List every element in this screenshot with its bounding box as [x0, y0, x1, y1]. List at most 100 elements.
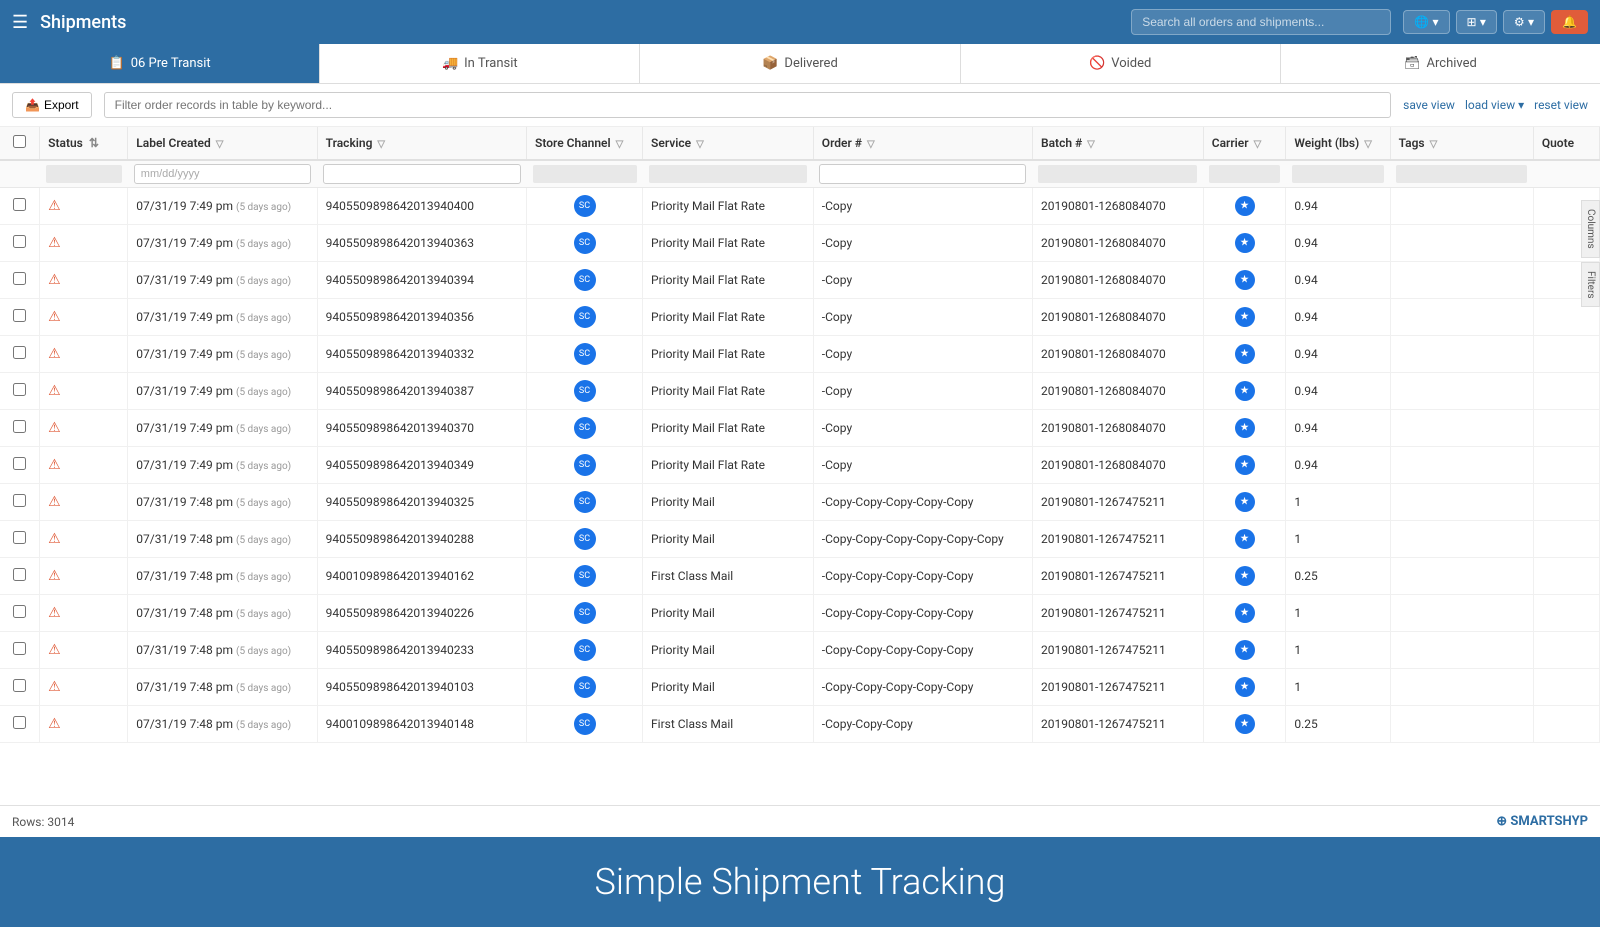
filter-date-input[interactable]: [134, 164, 311, 184]
row-label-created: 07/31/19 7:49 pm (5 days ago): [128, 225, 317, 262]
row-label-created: 07/31/19 7:49 pm (5 days ago): [128, 262, 317, 299]
row-checkbox[interactable]: [13, 642, 26, 655]
filter-tracking-input[interactable]: [323, 164, 520, 184]
tab-delivered[interactable]: 📦 Delivered: [640, 44, 960, 83]
col-header-tracking[interactable]: Tracking ▽: [317, 127, 526, 160]
row-weight: 0.94: [1286, 299, 1390, 336]
col-header-status[interactable]: Status ⇅: [40, 127, 128, 160]
col-header-weight[interactable]: Weight (lbs) ▽: [1286, 127, 1390, 160]
col-header-batch[interactable]: Batch # ▽: [1032, 127, 1203, 160]
row-weight: 1: [1286, 669, 1390, 706]
row-order: -Copy: [813, 188, 1032, 225]
row-checkbox[interactable]: [13, 383, 26, 396]
row-checkbox[interactable]: [13, 272, 26, 285]
carrier-icon: ★: [1235, 344, 1255, 364]
col-header-carrier[interactable]: Carrier ▽: [1203, 127, 1286, 160]
load-view-btn[interactable]: load view ▾: [1465, 98, 1524, 112]
export-button[interactable]: 📤 Export: [12, 92, 92, 118]
row-checkbox-cell: [0, 336, 40, 373]
row-order: -Copy: [813, 447, 1032, 484]
status-warning-icon: ⚠: [48, 716, 61, 732]
row-weight: 0.25: [1286, 558, 1390, 595]
filter-icon-store: ▽: [616, 139, 624, 150]
row-quote: [1533, 336, 1599, 373]
tab-archived[interactable]: 🗃 Archived: [1281, 44, 1600, 83]
menu-icon[interactable]: ☰: [12, 12, 28, 33]
row-checkbox[interactable]: [13, 679, 26, 692]
row-status: ⚠: [40, 225, 128, 262]
brand-logo: ⊕ SMARTSHYP: [1496, 814, 1588, 829]
carrier-icon: ★: [1235, 603, 1255, 623]
row-service: Priority Mail Flat Rate: [643, 373, 814, 410]
row-store-channel: SC: [527, 188, 643, 225]
row-checkbox[interactable]: [13, 198, 26, 211]
save-view-btn[interactable]: save view: [1403, 98, 1455, 112]
row-checkbox[interactable]: [13, 605, 26, 618]
row-checkbox[interactable]: [13, 494, 26, 507]
row-checkbox-cell: [0, 225, 40, 262]
row-tracking: 9405509898642013940370: [317, 410, 526, 447]
row-batch: 20190801-1267475211: [1032, 595, 1203, 632]
table-row: ⚠ 07/31/19 7:48 pm (5 days ago) 94055098…: [0, 595, 1600, 632]
row-checkbox[interactable]: [13, 420, 26, 433]
store-channel-icon: SC: [574, 454, 596, 476]
row-checkbox[interactable]: [13, 235, 26, 248]
col-header-order[interactable]: Order # ▽: [813, 127, 1032, 160]
row-status: ⚠: [40, 188, 128, 225]
table-row: ⚠ 07/31/19 7:48 pm (5 days ago) 94055098…: [0, 484, 1600, 521]
select-all-checkbox[interactable]: [13, 135, 26, 148]
row-tracking: 9400109898642013940148: [317, 706, 526, 743]
reset-view-btn[interactable]: reset view: [1534, 98, 1588, 112]
row-status: ⚠: [40, 558, 128, 595]
globe-button[interactable]: 🌐 ▾: [1403, 10, 1449, 34]
row-status: ⚠: [40, 373, 128, 410]
row-quote: [1533, 595, 1599, 632]
tab-in-transit[interactable]: 🚚 In Transit: [320, 44, 640, 83]
store-channel-icon: SC: [574, 343, 596, 365]
col-header-label-created[interactable]: Label Created ▽: [128, 127, 317, 160]
filter-icon-tags: ▽: [1430, 139, 1438, 150]
row-status: ⚠: [40, 410, 128, 447]
row-label-created: 07/31/19 7:48 pm (5 days ago): [128, 669, 317, 706]
row-order: -Copy-Copy-Copy-Copy-Copy: [813, 484, 1032, 521]
grid-button[interactable]: ⊞ ▾: [1456, 10, 1497, 34]
tab-pre-transit[interactable]: 📋 06 Pre Transit: [0, 44, 320, 83]
row-weight: 1: [1286, 595, 1390, 632]
row-store-channel: SC: [527, 595, 643, 632]
row-checkbox[interactable]: [13, 346, 26, 359]
row-checkbox[interactable]: [13, 568, 26, 581]
row-checkbox[interactable]: [13, 716, 26, 729]
row-store-channel: SC: [527, 299, 643, 336]
row-batch: 20190801-1267475211: [1032, 558, 1203, 595]
filter-order-input[interactable]: [819, 164, 1026, 184]
toolbar: 📤 Export save view load view ▾ reset vie…: [0, 84, 1600, 127]
row-checkbox[interactable]: [13, 309, 26, 322]
col-header-tags[interactable]: Tags ▽: [1390, 127, 1533, 160]
columns-toggle[interactable]: Columns: [1581, 200, 1600, 258]
row-label-created: 07/31/19 7:48 pm (5 days ago): [128, 595, 317, 632]
row-weight: 0.25: [1286, 706, 1390, 743]
filters-toggle[interactable]: Filters: [1581, 262, 1600, 308]
row-order: -Copy-Copy-Copy-Copy-Copy-Copy: [813, 521, 1032, 558]
store-channel-icon: SC: [574, 269, 596, 291]
col-header-store-channel[interactable]: Store Channel ▽: [527, 127, 643, 160]
alert-button[interactable]: 🔔: [1551, 10, 1588, 34]
row-service: Priority Mail Flat Rate: [643, 188, 814, 225]
row-checkbox[interactable]: [13, 457, 26, 470]
table-row: ⚠ 07/31/19 7:48 pm (5 days ago) 94055098…: [0, 521, 1600, 558]
row-tracking: 9405509898642013940288: [317, 521, 526, 558]
row-batch: 20190801-1268084070: [1032, 336, 1203, 373]
row-checkbox[interactable]: [13, 531, 26, 544]
row-tags: [1390, 373, 1533, 410]
store-channel-icon: SC: [574, 676, 596, 698]
row-order: -Copy-Copy-Copy-Copy-Copy: [813, 558, 1032, 595]
keyword-filter-input[interactable]: [104, 92, 1391, 118]
tab-voided[interactable]: 🚫 Voided: [961, 44, 1281, 83]
global-search-input[interactable]: [1131, 9, 1391, 35]
col-header-service[interactable]: Service ▽: [643, 127, 814, 160]
col-header-quote[interactable]: Quote: [1533, 127, 1599, 160]
row-carrier: ★: [1203, 188, 1286, 225]
gear-button[interactable]: ⚙ ▾: [1503, 10, 1545, 34]
row-tracking: 9400109898642013940162: [317, 558, 526, 595]
row-carrier: ★: [1203, 484, 1286, 521]
